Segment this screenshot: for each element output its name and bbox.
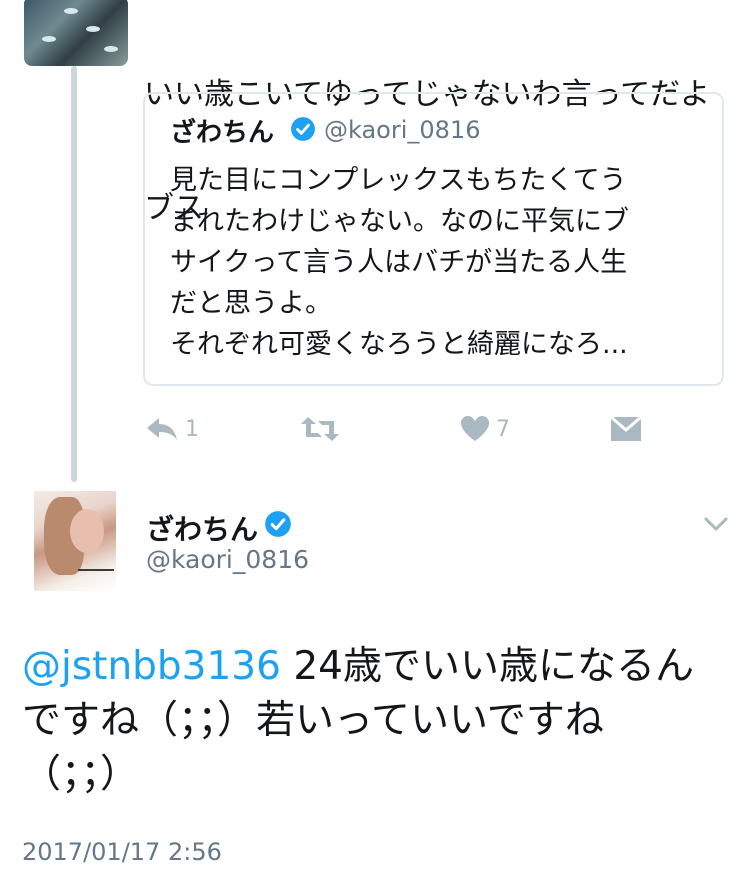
reply-icon (147, 418, 177, 440)
chevron-down-icon[interactable] (703, 514, 729, 534)
quoted-tweet-line: サイクって言う人はバチが当たる人生 (170, 247, 628, 278)
tweet-text: @jstnbb3136 24歳でいい歳になるん ですね（；；）若いっていいですね… (22, 640, 722, 802)
quoted-tweet-text: 見た目にコンプレックスもちたくてう まれたわけじゃない。なのに平気にブ サイクっ… (170, 160, 710, 365)
mention-link[interactable]: @jstnbb3136 (22, 644, 281, 689)
quoted-tweet-line: だと思うよ。 (170, 288, 332, 319)
author-handle[interactable]: @kaori_0816 (146, 545, 309, 574)
quoted-tweet-line: それぞれ可愛くなろうと綺麗になろ... (170, 329, 628, 360)
reply-button[interactable]: 1 (145, 412, 199, 446)
reply-count: 1 (185, 416, 199, 442)
quoted-tweet-line: まれたわけじゃない。なのに平気にブ (170, 206, 629, 237)
retweet-icon (301, 417, 339, 441)
author-avatar[interactable] (34, 491, 116, 591)
like-count: 7 (496, 416, 510, 442)
author-name[interactable]: ざわちん (146, 508, 258, 548)
direct-message-button[interactable] (610, 412, 642, 446)
quoted-tweet-author-name: ざわちん (170, 118, 275, 148)
quoted-tweet-line: 見た目にコンプレックスもちたくてう (170, 165, 627, 196)
retweet-button[interactable] (300, 412, 340, 446)
thread-connector-line (71, 66, 77, 482)
tweet-text-line: ですね（；；）若いっていいですね (22, 698, 604, 743)
heart-icon (461, 416, 489, 441)
tweet-text-line: （；；） (22, 752, 140, 797)
tweet-text-line: @jstnbb3136 24歳でいい歳になるん (22, 640, 722, 694)
tweet-timestamp[interactable]: 2017/01/17 2:56 (22, 838, 222, 866)
envelope-icon (610, 416, 642, 441)
quoted-tweet-author-handle: @kaori_0816 (324, 116, 481, 144)
parent-tweet-avatar[interactable] (24, 0, 128, 66)
verified-badge-icon (265, 511, 291, 537)
verified-badge-icon (291, 117, 315, 141)
tweet-text-segment: 24歳でいい歳になるん (280, 644, 694, 689)
like-button[interactable]: 7 (460, 412, 510, 446)
